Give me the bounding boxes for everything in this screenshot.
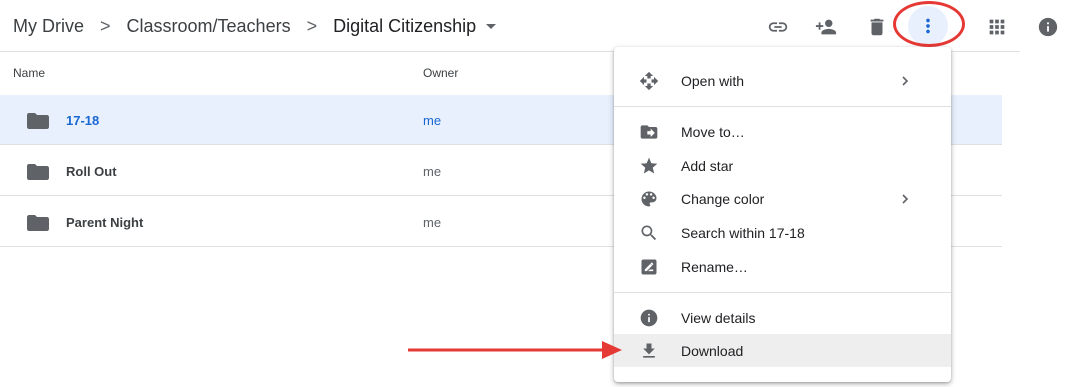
column-header-owner[interactable]: Owner [423,66,458,80]
chevron-right-icon [902,193,909,204]
menu-item-search-within[interactable]: Search within 17-18 [614,216,951,249]
trash-icon[interactable] [860,10,894,44]
menu-item-label: View details [681,309,756,326]
file-owner: me [423,113,442,128]
open-with-icon [639,71,659,91]
folder-icon [27,215,49,231]
menu-item-label: Rename… [681,258,748,275]
menu-item-add-star[interactable]: Add star [614,149,951,182]
file-owner: me [423,215,442,230]
menu-item-label: Search within 17-18 [681,224,805,241]
download-icon [639,341,659,361]
chevron-down-icon[interactable] [486,23,497,29]
context-menu: Open with Move to… Add star Change color… [614,47,951,382]
file-name: 17-18 [66,113,100,128]
folder-icon [27,113,49,129]
palette-icon [639,189,659,209]
file-name: Parent Night [66,215,144,230]
breadcrumb-separator: > [100,15,111,36]
file-owner: me [423,164,442,179]
breadcrumb-my-drive[interactable]: My Drive [13,16,84,37]
grid-view-icon[interactable] [980,10,1014,44]
menu-item-download[interactable]: Download [614,334,951,367]
breadcrumb: My Drive > Classroom/Teachers > Digital … [13,13,497,39]
info-icon[interactable] [1031,10,1065,44]
breadcrumb-digital-citizenship[interactable]: Digital Citizenship [333,16,476,37]
rename-icon [639,257,659,277]
breadcrumb-separator: > [306,15,318,36]
menu-item-label: Add star [681,157,734,174]
add-person-icon[interactable] [809,10,843,44]
menu-item-rename[interactable]: Rename… [614,250,951,283]
link-icon[interactable] [761,10,795,44]
chevron-right-icon [902,75,909,86]
menu-item-move-to[interactable]: Move to… [614,115,951,148]
menu-divider [614,292,951,293]
menu-item-view-details[interactable]: View details [614,301,951,334]
menu-item-label: Change color [681,190,765,207]
menu-divider [614,106,951,107]
menu-item-open-with[interactable]: Open with [614,64,951,97]
breadcrumb-classroom-teachers[interactable]: Classroom/Teachers [127,16,291,37]
menu-item-label: Download [681,342,744,359]
folder-icon [27,164,49,180]
menu-item-label: Move to… [681,123,745,140]
file-name: Roll Out [66,164,117,179]
star-icon [639,156,659,176]
more-vert-icon[interactable] [908,6,948,46]
move-to-icon [639,122,659,142]
menu-item-label: Open with [681,72,745,89]
search-icon [639,223,659,243]
annotation-arrow-icon [408,341,622,359]
menu-item-change-color[interactable]: Change color [614,182,951,215]
column-header-name[interactable]: Name [13,66,45,80]
info-icon [639,308,659,328]
